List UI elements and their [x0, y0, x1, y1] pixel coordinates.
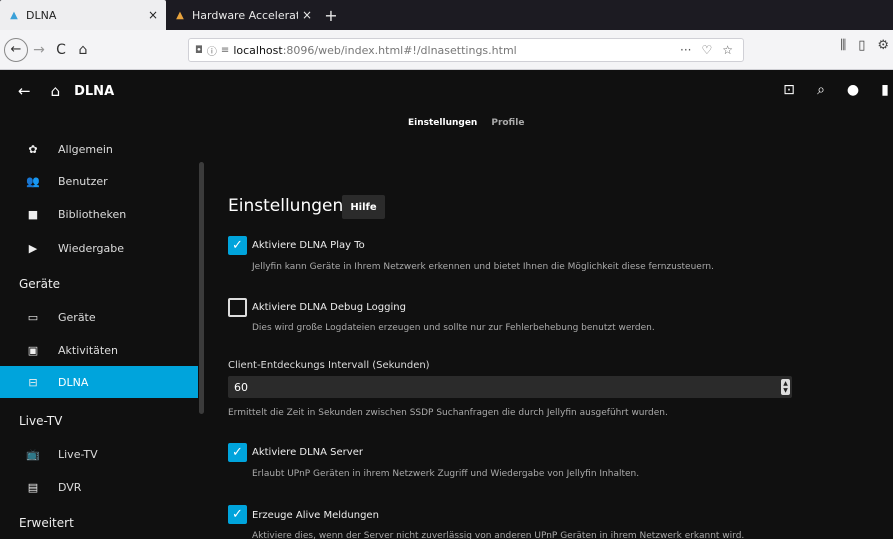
checkbox-label-alive-messages: Erzeuge Alive Meldungen	[252, 510, 379, 521]
browser-back-button[interactable]: ←	[4, 37, 28, 62]
section-heading: Einstellungen	[228, 196, 344, 216]
checkbox-desc-alive-messages: Aktiviere dies, wenn der Server nicht zu…	[252, 531, 745, 539]
sidebar-item-dvr[interactable]: ▤ DVR	[0, 471, 198, 503]
browser-nav-bar: ← → C ⌂ ◘ ⓘ ≡ localhost :8096/web/index.…	[0, 30, 893, 70]
jellyfin-favicon-icon: ▲	[10, 9, 18, 21]
url-host: localhost	[233, 43, 283, 57]
checkbox-desc-dlna-server: Erlaubt UPnP Geräten in ihrem Netzwerk Z…	[252, 469, 640, 479]
dlna-icon: ⊟	[28, 375, 38, 389]
checkbox-debug-logging[interactable]	[228, 298, 247, 317]
page-title: DLNA	[74, 83, 115, 99]
browser-tab-bar: ▲ DLNA × ▲ Hardware Acceleration | × +	[0, 0, 893, 30]
browser-home-icon[interactable]: ⌂	[72, 38, 94, 62]
sidebar-item-label: DLNA	[58, 375, 89, 389]
check-icon: ✓	[232, 507, 243, 522]
sidebar-item-benutzer[interactable]: 👥 Benutzer	[0, 165, 198, 197]
back-arrow-icon[interactable]: ←	[18, 82, 31, 100]
url-bar[interactable]: ◘ ⓘ ≡ localhost :8096/web/index.html#!/d…	[188, 38, 744, 62]
dvr-icon: ▤	[27, 480, 39, 494]
sidebar-item-bibliotheken[interactable]: ■ Bibliotheken	[0, 198, 198, 230]
sidebar-item-label: Aktivitäten	[58, 343, 118, 357]
sidebar-scrollbar[interactable]	[199, 162, 204, 414]
new-tab-button[interactable]: +	[320, 0, 342, 30]
info-icon[interactable]: ⓘ	[207, 43, 217, 58]
tab-einstellungen[interactable]: Einstellungen	[408, 118, 477, 128]
checkbox-label-play-to: Aktiviere DLNA Play To	[252, 240, 365, 251]
browser-tab-title: Hardware Acceleration |	[192, 8, 298, 22]
check-icon: ✓	[232, 445, 243, 460]
cast-icon[interactable]: ⊡	[781, 82, 797, 98]
browser-tab-dlna[interactable]: ▲ DLNA ×	[0, 0, 166, 30]
sidebar-item-label: Live-TV	[58, 447, 98, 461]
sidebar-item-wiedergabe[interactable]: ▶ Wiedergabe	[0, 232, 198, 264]
play-icon: ▶	[28, 241, 38, 255]
shield-icon[interactable]: ◘	[195, 45, 203, 56]
user-icon[interactable]: ●	[845, 82, 861, 98]
interval-desc: Ermittelt die Zeit in Sekunden zwischen …	[228, 408, 668, 418]
sidebar-item-aktivitaeten[interactable]: ▣ Aktivitäten	[0, 334, 198, 366]
sidebar-item-dlna[interactable]: ⊟ DLNA	[0, 366, 198, 398]
tab-profile[interactable]: Profile	[491, 118, 524, 128]
reload-icon[interactable]: C	[50, 38, 72, 62]
close-tab-icon[interactable]: ×	[148, 8, 158, 22]
sidebar-section-geraete: Geräte	[19, 277, 61, 291]
home-icon[interactable]: ⌂	[51, 82, 61, 100]
activity-icon: ▣	[27, 343, 39, 357]
sidebar-item-livetv[interactable]: 📺 Live-TV	[0, 438, 198, 470]
sidebar-section-livetv: Live-TV	[19, 414, 63, 428]
sidebar-item-allgemein[interactable]: ✿ Allgemein	[0, 133, 198, 165]
permissions-icon[interactable]: ≡	[221, 45, 229, 56]
checkbox-play-to[interactable]: ✓	[228, 236, 247, 255]
interval-input[interactable]: 60 ▲ ▼	[228, 376, 792, 398]
page-actions-icon[interactable]: ···	[680, 43, 691, 57]
tv-icon: 📺	[26, 447, 40, 461]
folder-icon: ■	[27, 207, 39, 221]
app-header: ← ⌂ DLNA ⊡ ⌕ ● ▮	[0, 70, 893, 112]
checkbox-label-debug-logging: Aktiviere DLNA Debug Logging	[252, 302, 406, 313]
checkbox-desc-play-to: Jellyfin kann Geräte in Ihrem Netzwerk e…	[252, 262, 714, 272]
sidebar-item-geraete[interactable]: ▭ Geräte	[0, 301, 198, 333]
browser-forward-button[interactable]: →	[28, 38, 50, 62]
sidebar-toggle-icon[interactable]: ▯	[858, 38, 865, 53]
help-button[interactable]: Hilfe	[342, 195, 385, 219]
devices-icon: ▭	[27, 310, 39, 324]
browser-tab-hardware[interactable]: ▲ Hardware Acceleration | ×	[166, 0, 320, 30]
browser-tab-title: DLNA	[26, 8, 57, 22]
gear-icon: ✿	[28, 142, 38, 156]
sidebar-section-erweitert: Erweitert	[19, 516, 74, 530]
sidebar-item-label: Bibliotheken	[58, 207, 127, 221]
bookmark-star-icon[interactable]: ☆	[722, 43, 733, 57]
sidebar-item-label: Geräte	[58, 310, 96, 324]
check-icon: ✓	[232, 238, 243, 253]
checkbox-dlna-server[interactable]: ✓	[228, 443, 247, 462]
search-icon[interactable]: ⌕	[813, 82, 829, 98]
checkbox-desc-debug-logging: Dies wird große Logdateien erzeugen und …	[252, 323, 655, 333]
warning-favicon-icon: ▲	[176, 9, 184, 21]
sidebar-item-label: Benutzer	[58, 174, 108, 188]
menu-icon[interactable]: ▮	[877, 82, 893, 98]
url-path: :8096/web/index.html#!/dlnasettings.html	[282, 43, 517, 57]
spinner-icon[interactable]: ▲ ▼	[781, 379, 790, 395]
interval-value: 60	[234, 380, 248, 394]
sidebar-item-label: Wiedergabe	[58, 241, 125, 255]
extensions-icon[interactable]: ⚙	[877, 38, 889, 53]
checkbox-alive-messages[interactable]: ✓	[228, 505, 247, 524]
settings-tabs: Einstellungen Profile	[408, 118, 524, 128]
close-tab-icon[interactable]: ×	[302, 8, 312, 22]
sidebar-item-label: DVR	[58, 480, 82, 494]
pocket-icon[interactable]: ♡	[701, 43, 712, 57]
sidebar-item-label: Allgemein	[58, 142, 113, 156]
interval-label: Client-Entdeckungs Intervall (Sekunden)	[228, 360, 430, 371]
library-icon[interactable]: ⫼	[840, 38, 846, 53]
checkbox-label-dlna-server: Aktiviere DLNA Server	[252, 447, 363, 458]
users-icon: 👥	[26, 174, 40, 188]
